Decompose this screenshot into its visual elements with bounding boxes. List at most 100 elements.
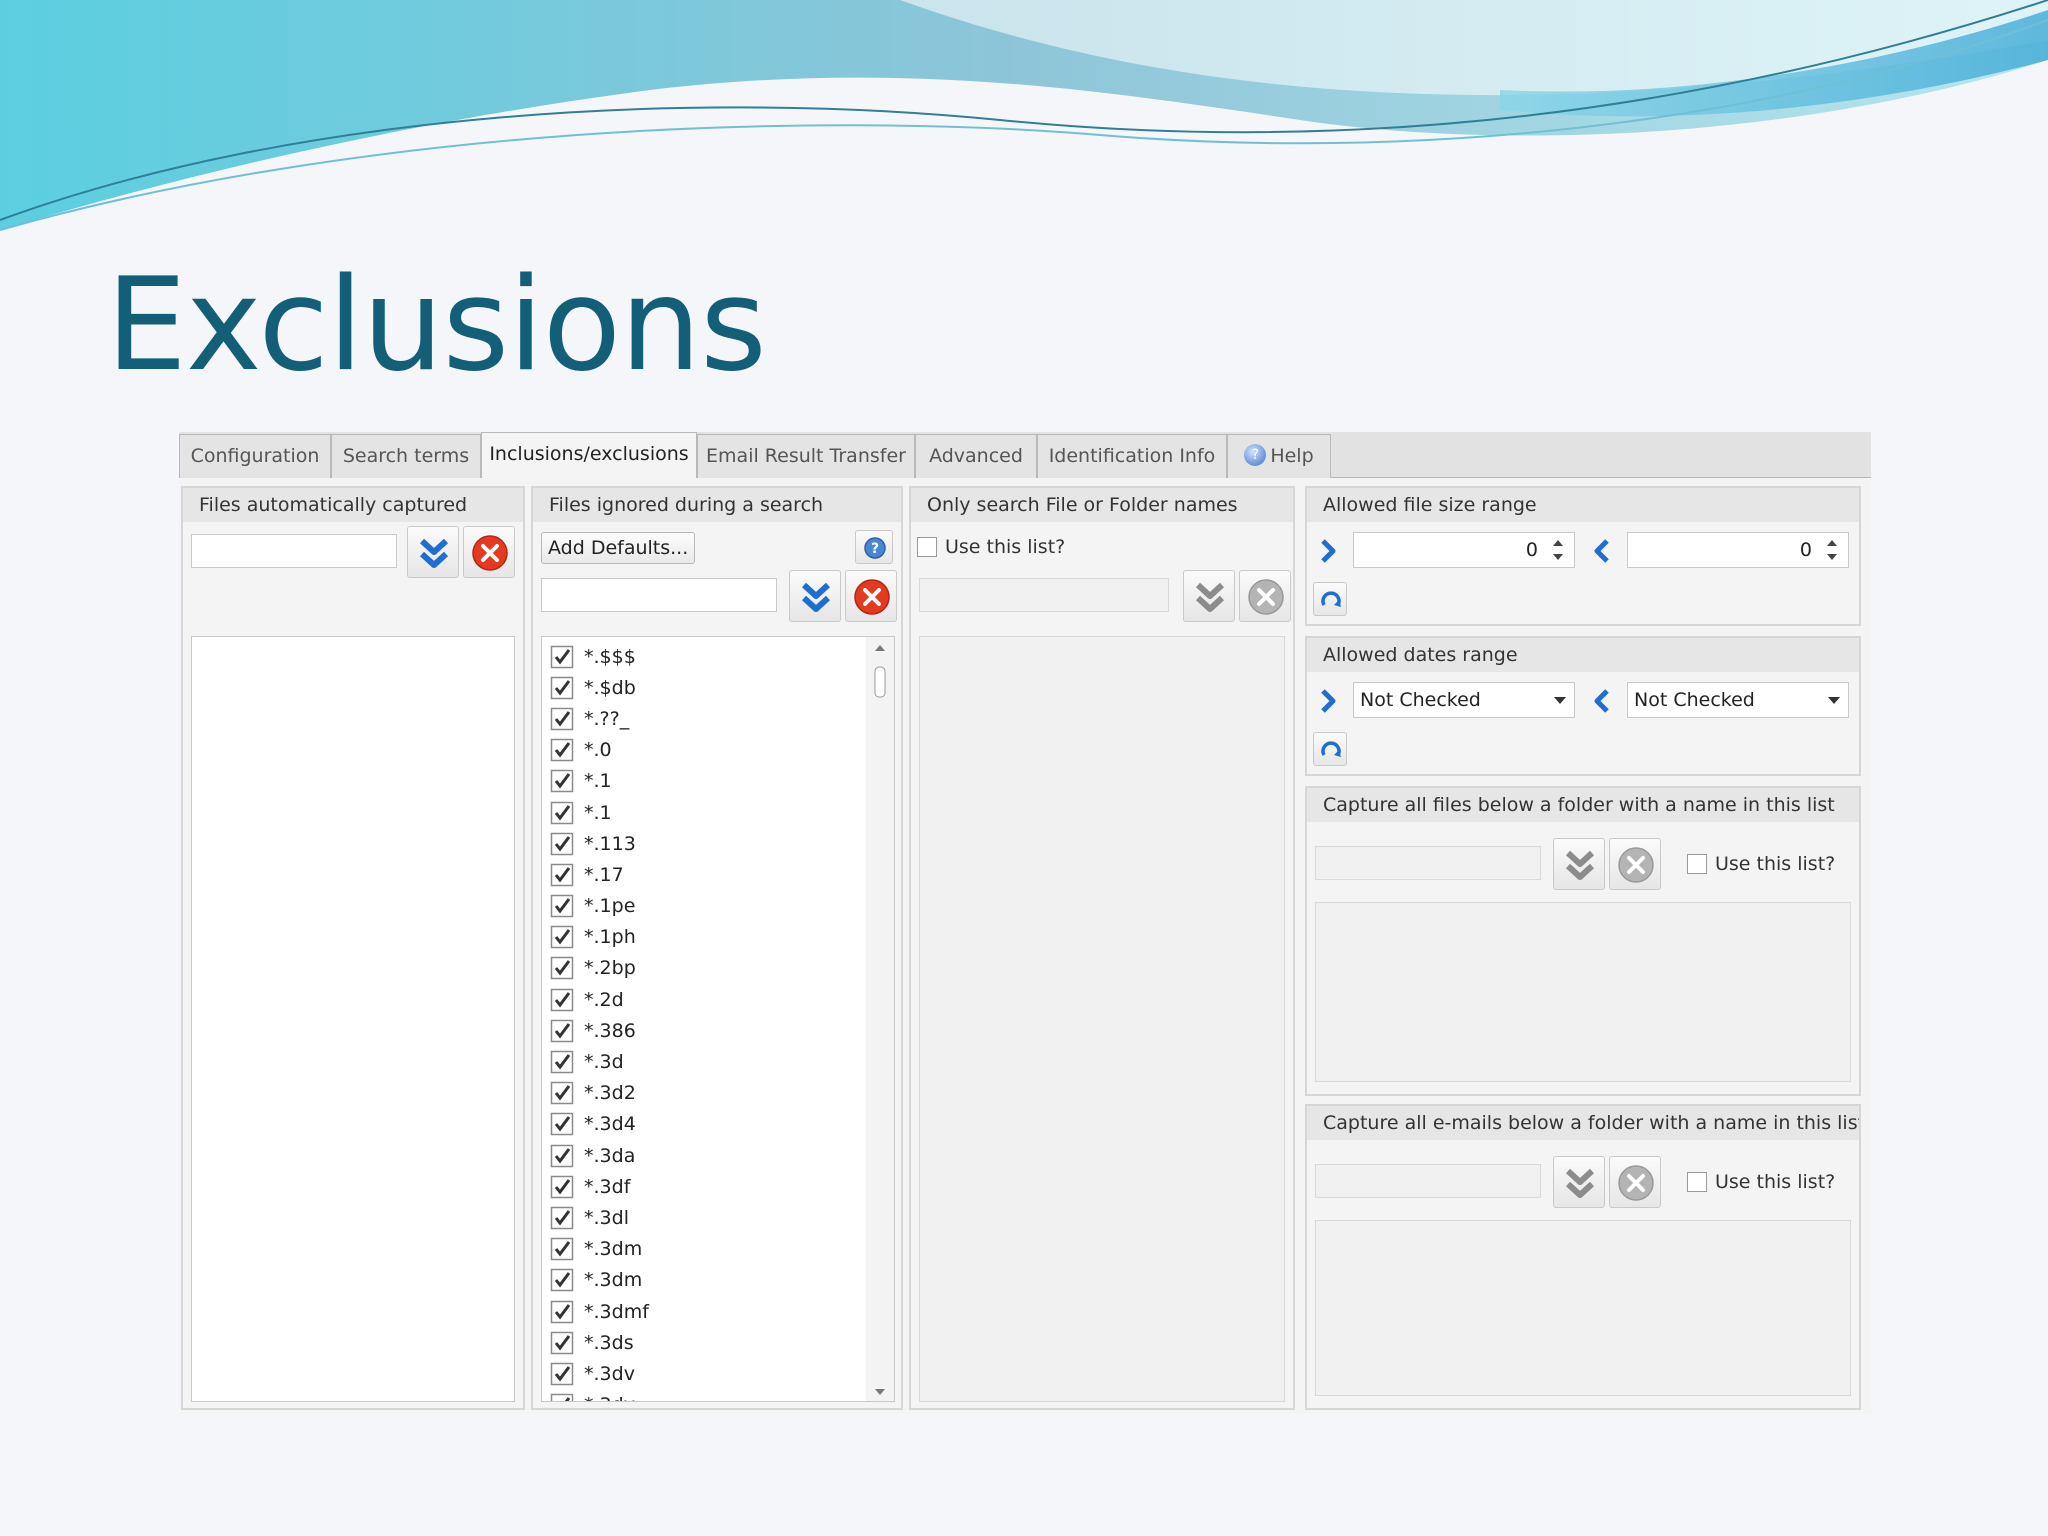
- list-item[interactable]: *.3dv: [550, 1390, 864, 1401]
- ignored-files-list[interactable]: *.$$$ *.$db *.??_ *.0 *.1 *.1 *.113 *.17 *.1pe *.…: [541, 636, 895, 1402]
- auto-captured-input[interactable]: [191, 534, 397, 568]
- tab-configuration[interactable]: Configuration: [179, 434, 331, 478]
- chevron-left-icon[interactable]: [1589, 684, 1615, 718]
- add-defaults-button[interactable]: Add Defaults...: [541, 532, 696, 564]
- list-item[interactable]: *.3df: [550, 1171, 864, 1202]
- delete-button[interactable]: [1609, 838, 1661, 890]
- capture-folder-list[interactable]: [1315, 902, 1851, 1082]
- capture-folder-input[interactable]: [1315, 846, 1541, 880]
- list-item[interactable]: *.1: [550, 766, 864, 797]
- checkbox[interactable]: [550, 1019, 574, 1043]
- list-item[interactable]: *.$$$: [550, 641, 864, 672]
- tab-email-result-transfer[interactable]: Email Result Transfer: [697, 434, 915, 478]
- ignored-help-button[interactable]: ?: [855, 530, 893, 564]
- checkbox[interactable]: [550, 1300, 574, 1324]
- date-from-combo[interactable]: Not Checked: [1353, 682, 1575, 718]
- tab-help[interactable]: ? Help: [1227, 434, 1331, 478]
- list-item[interactable]: *.3d4: [550, 1109, 864, 1140]
- tab-identification-info[interactable]: Identification Info: [1037, 434, 1227, 478]
- list-item[interactable]: *.3dm: [550, 1234, 864, 1265]
- capture-email-input[interactable]: [1315, 1164, 1541, 1198]
- list-item[interactable]: *.1pe: [550, 891, 864, 922]
- list-item[interactable]: *.3d: [550, 1046, 864, 1077]
- checkbox[interactable]: [550, 1331, 574, 1355]
- add-button[interactable]: [407, 526, 459, 578]
- list-item[interactable]: *.3dl: [550, 1202, 864, 1233]
- list-item[interactable]: *.3dm: [550, 1265, 864, 1296]
- checkbox[interactable]: [550, 1050, 574, 1074]
- spinner-arrows-icon[interactable]: [1548, 533, 1568, 567]
- date-to-combo[interactable]: Not Checked: [1627, 682, 1849, 718]
- checkbox[interactable]: [550, 956, 574, 980]
- checkbox[interactable]: [550, 988, 574, 1012]
- list-scrollbar[interactable]: [866, 637, 894, 1401]
- delete-button[interactable]: [1239, 570, 1291, 622]
- tab-search-terms[interactable]: Search terms: [331, 434, 481, 478]
- chevron-right-icon[interactable]: [1315, 534, 1341, 568]
- checkbox[interactable]: [550, 1206, 574, 1230]
- checkbox[interactable]: [550, 1112, 574, 1136]
- spinner-arrows-icon[interactable]: [1822, 533, 1842, 567]
- list-item[interactable]: *.3dmf: [550, 1296, 864, 1327]
- size-reset-button[interactable]: [1313, 582, 1347, 616]
- checkbox[interactable]: [550, 832, 574, 856]
- only-search-list[interactable]: [919, 636, 1285, 1402]
- checkbox[interactable]: [550, 894, 574, 918]
- max-size-spinner[interactable]: 0: [1627, 532, 1849, 568]
- capture-folder-use-list[interactable]: Use this list?: [1687, 851, 1835, 877]
- min-size-spinner[interactable]: 0: [1353, 532, 1575, 568]
- checkbox[interactable]: [550, 801, 574, 825]
- list-item[interactable]: *.113: [550, 828, 864, 859]
- list-item[interactable]: *.0: [550, 735, 864, 766]
- add-button[interactable]: [1553, 838, 1605, 890]
- tab-advanced[interactable]: Advanced: [915, 434, 1037, 478]
- checkbox[interactable]: [550, 1237, 574, 1261]
- checkbox[interactable]: [550, 738, 574, 762]
- checkbox[interactable]: [550, 1393, 574, 1401]
- tab-inclusions-exclusions[interactable]: Inclusions/exclusions: [481, 432, 697, 478]
- checkbox[interactable]: [550, 1081, 574, 1105]
- only-search-input[interactable]: [919, 578, 1169, 612]
- list-item-label: *.3df: [584, 1175, 631, 1198]
- list-item[interactable]: *.??_: [550, 703, 864, 734]
- list-item[interactable]: *.2d: [550, 984, 864, 1015]
- checkbox[interactable]: [550, 1268, 574, 1292]
- list-item[interactable]: *.3d2: [550, 1078, 864, 1109]
- checkbox[interactable]: [550, 1175, 574, 1199]
- capture-email-list[interactable]: [1315, 1220, 1851, 1396]
- ignored-files-input[interactable]: [541, 578, 777, 612]
- list-item[interactable]: *.1: [550, 797, 864, 828]
- chevron-right-icon[interactable]: [1315, 684, 1341, 718]
- add-button[interactable]: [789, 570, 841, 622]
- list-item[interactable]: *.3dv: [550, 1358, 864, 1389]
- delete-button[interactable]: [845, 570, 897, 622]
- delete-button[interactable]: [1609, 1156, 1661, 1208]
- list-item[interactable]: *.2bp: [550, 953, 864, 984]
- checkbox[interactable]: [550, 645, 574, 669]
- checkbox[interactable]: [1687, 1172, 1707, 1192]
- list-item[interactable]: *.3ds: [550, 1327, 864, 1358]
- delete-button[interactable]: [463, 526, 515, 578]
- checkbox[interactable]: [550, 1144, 574, 1168]
- checkbox[interactable]: [550, 925, 574, 949]
- add-button[interactable]: [1183, 570, 1235, 622]
- capture-email-use-list[interactable]: Use this list?: [1687, 1169, 1835, 1195]
- chevron-left-icon[interactable]: [1589, 534, 1615, 568]
- list-item[interactable]: *.3da: [550, 1140, 864, 1171]
- list-item[interactable]: *.17: [550, 859, 864, 890]
- checkbox[interactable]: [550, 863, 574, 887]
- checkbox[interactable]: [550, 707, 574, 731]
- list-item[interactable]: *.1ph: [550, 922, 864, 953]
- checkbox[interactable]: [550, 769, 574, 793]
- checkbox[interactable]: [1687, 854, 1707, 874]
- checkbox[interactable]: [550, 1362, 574, 1386]
- add-button[interactable]: [1553, 1156, 1605, 1208]
- auto-captured-list[interactable]: [191, 636, 515, 1402]
- only-search-use-list[interactable]: Use this list?: [917, 534, 1065, 560]
- list-item[interactable]: *.386: [550, 1015, 864, 1046]
- checkmark-icon: [550, 1393, 574, 1401]
- checkbox[interactable]: [917, 537, 937, 557]
- list-item[interactable]: *.$db: [550, 672, 864, 703]
- dates-reset-button[interactable]: [1313, 732, 1347, 766]
- checkbox[interactable]: [550, 676, 574, 700]
